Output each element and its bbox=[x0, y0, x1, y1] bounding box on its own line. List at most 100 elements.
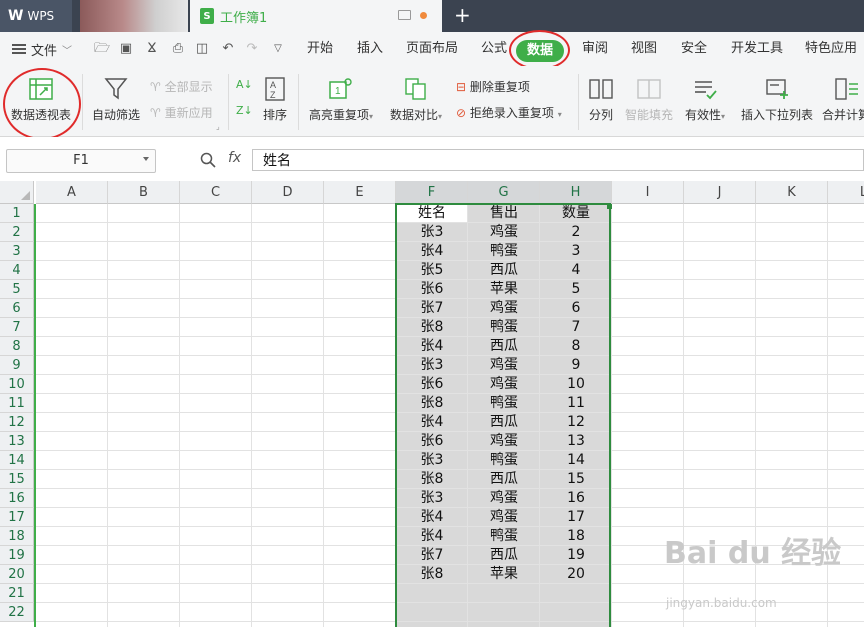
row-header[interactable]: 7 bbox=[0, 318, 34, 337]
row-header[interactable]: 16 bbox=[0, 489, 34, 508]
zoom-search-icon[interactable] bbox=[200, 152, 216, 168]
sort-button[interactable]: A Z 排序 bbox=[258, 72, 292, 132]
insert-dropdown-list-label: 插入下拉列表 bbox=[740, 108, 813, 122]
redo-icon[interactable]: ↷ bbox=[244, 41, 260, 57]
tab-special-apps[interactable]: 特色应用 bbox=[805, 32, 857, 66]
tab-security[interactable]: 安全 bbox=[681, 32, 707, 66]
print-preview-icon[interactable]: ◫ bbox=[194, 41, 210, 57]
column-header-h[interactable]: H bbox=[540, 181, 612, 204]
data-compare-button[interactable]: 数据对比▾ bbox=[384, 72, 448, 132]
remove-duplicates-button[interactable]: ⊟ 删除重复项 bbox=[456, 78, 530, 95]
highlight-circle-data-tab bbox=[509, 30, 570, 70]
validity-icon bbox=[695, 81, 717, 100]
reapply-button[interactable]: ♈ 重新应用 bbox=[150, 104, 222, 121]
formula-bar: F1 fx 姓名 bbox=[0, 137, 864, 181]
row-header[interactable]: 10 bbox=[0, 375, 34, 394]
column-header-j[interactable]: J bbox=[684, 181, 756, 204]
customize-dropdown-icon[interactable]: ▽ bbox=[270, 41, 286, 57]
select-all-corner[interactable] bbox=[0, 181, 34, 204]
tab-formulas[interactable]: 公式 bbox=[481, 32, 507, 66]
row-header[interactable]: 4 bbox=[0, 261, 34, 280]
blurred-tab[interactable] bbox=[80, 0, 188, 32]
split-column-button[interactable]: 分列 bbox=[584, 72, 618, 132]
baidu-watermark: Bai du 经验 bbox=[664, 536, 842, 571]
reject-duplicates-label: 拒绝录入重复项 bbox=[469, 106, 554, 120]
consolidate-button[interactable]: 合并计算 bbox=[822, 72, 864, 132]
column-header-k[interactable]: K bbox=[756, 181, 828, 204]
column-header-l[interactable]: L bbox=[828, 181, 864, 204]
auto-filter-button[interactable]: 自动筛选 bbox=[88, 72, 144, 132]
name-box-dropdown-icon[interactable] bbox=[143, 157, 149, 161]
split-column-label: 分列 bbox=[588, 108, 613, 122]
column-header-d[interactable]: D bbox=[252, 181, 324, 204]
column-header-b[interactable]: B bbox=[108, 181, 180, 204]
insert-dropdown-list-button[interactable]: 插入下拉列表 bbox=[738, 72, 816, 132]
wps-home-tab[interactable]: W WPS bbox=[0, 0, 72, 32]
tab-view[interactable]: 视图 bbox=[631, 32, 657, 66]
fill-handle[interactable] bbox=[607, 204, 612, 209]
print-icon[interactable]: ⎙ bbox=[170, 41, 186, 57]
row-header[interactable]: 13 bbox=[0, 432, 34, 451]
name-box[interactable]: F1 bbox=[6, 149, 156, 173]
row-header[interactable]: 11 bbox=[0, 394, 34, 413]
row-header[interactable]: 8 bbox=[0, 337, 34, 356]
tab-page-layout[interactable]: 页面布局 bbox=[406, 32, 458, 66]
row-header[interactable]: 2 bbox=[0, 223, 34, 242]
tab-developer[interactable]: 开发工具 bbox=[731, 32, 783, 66]
open-folder-icon[interactable]: 🗁 bbox=[94, 41, 110, 57]
ribbon-separator bbox=[82, 74, 83, 130]
row-header[interactable]: 21 bbox=[0, 584, 34, 603]
tab-home[interactable]: 开始 bbox=[307, 32, 333, 66]
column-header-i[interactable]: I bbox=[612, 181, 684, 204]
row-header[interactable]: 19 bbox=[0, 546, 34, 565]
format-painter-icon[interactable]: ⴴ bbox=[144, 41, 160, 57]
column-header-e[interactable]: E bbox=[324, 181, 396, 204]
sort-descending-icon[interactable]: Z↓ bbox=[236, 104, 253, 117]
row-header[interactable]: 1 bbox=[0, 204, 34, 223]
fx-icon[interactable]: fx bbox=[228, 150, 241, 166]
validity-label: 有效性▾ bbox=[684, 108, 726, 122]
save-icon[interactable]: ▣ bbox=[118, 41, 134, 57]
row-header[interactable]: 5 bbox=[0, 280, 34, 299]
baidu-watermark-url: jingyan.baidu.com bbox=[666, 596, 777, 610]
group-expand-icon[interactable]: ⌟ bbox=[216, 122, 220, 131]
row-header[interactable]: 22 bbox=[0, 603, 34, 622]
formula-input[interactable]: 姓名 bbox=[252, 149, 864, 171]
insert-dropdown-list-icon bbox=[766, 79, 788, 99]
reapply-label: 重新应用 bbox=[164, 106, 213, 120]
new-tab-button[interactable]: + bbox=[454, 3, 471, 27]
row-header[interactable]: 17 bbox=[0, 508, 34, 527]
row-header[interactable]: 14 bbox=[0, 451, 34, 470]
show-all-button[interactable]: ♈ 全部显示 bbox=[150, 78, 222, 95]
highlight-duplicates-button[interactable]: 1 高亮重复项▾ bbox=[304, 72, 378, 132]
column-header-c[interactable]: C bbox=[180, 181, 252, 204]
document-title: 工作簿1 bbox=[220, 10, 268, 26]
document-tab[interactable]: S 工作簿1 bbox=[190, 0, 442, 32]
unsaved-dot-icon bbox=[420, 12, 427, 19]
undo-icon[interactable]: ↶ bbox=[220, 41, 236, 57]
row-header[interactable]: 20 bbox=[0, 565, 34, 584]
smart-fill-button[interactable]: 智能填充 bbox=[622, 72, 676, 132]
row-header[interactable]: 3 bbox=[0, 242, 34, 261]
row-header[interactable]: 12 bbox=[0, 413, 34, 432]
column-header-g[interactable]: G bbox=[468, 181, 540, 204]
column-header-a[interactable]: A bbox=[36, 181, 108, 204]
row-header[interactable]: 15 bbox=[0, 470, 34, 489]
reject-duplicates-button[interactable]: ⊘ 拒绝录入重复项 ▾ bbox=[456, 104, 562, 121]
file-menu[interactable]: 文件 ﹀ bbox=[12, 32, 72, 66]
sort-ascending-icon[interactable]: A↓ bbox=[236, 78, 253, 91]
ribbon-separator bbox=[298, 74, 299, 130]
row-header[interactable]: 18 bbox=[0, 527, 34, 546]
svg-text:1: 1 bbox=[335, 86, 341, 97]
row-header[interactable]: 9 bbox=[0, 356, 34, 375]
monitor-icon[interactable] bbox=[398, 10, 411, 20]
svg-text:Z: Z bbox=[270, 90, 276, 100]
svg-text:A: A bbox=[270, 80, 276, 90]
tab-insert[interactable]: 插入 bbox=[357, 32, 383, 66]
smart-fill-icon bbox=[637, 79, 661, 99]
validity-button[interactable]: 有效性▾ bbox=[680, 72, 730, 132]
ribbon-separator bbox=[578, 74, 579, 130]
column-header-f[interactable]: F bbox=[396, 181, 468, 204]
row-header[interactable]: 6 bbox=[0, 299, 34, 318]
tab-review[interactable]: 审阅 bbox=[582, 32, 608, 66]
